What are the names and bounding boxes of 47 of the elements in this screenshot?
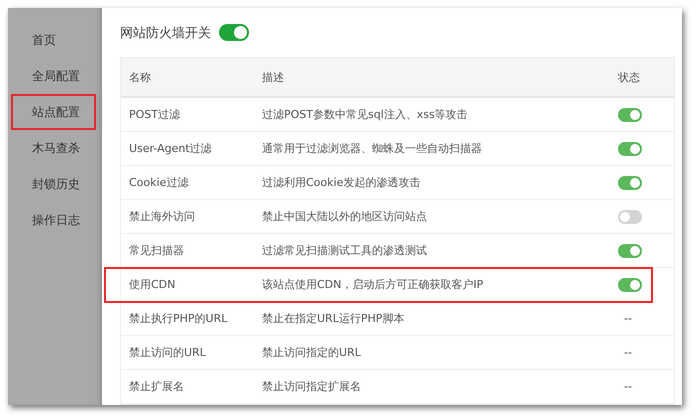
column-header: 名称 xyxy=(128,70,152,84)
table-cell-text: 过滤常见扫描测试工具的渗透测试 xyxy=(262,243,428,258)
table-cell-text: 该站点使用CDN，启动后方可正确获取客户IP xyxy=(262,277,484,292)
table-cell-text: 禁止访问的URL xyxy=(128,345,207,360)
status-toggle[interactable] xyxy=(618,108,642,122)
column-header: 状态 xyxy=(618,70,641,84)
table-cell-text: 过滤POST参数中常见sql注入、xss等攻击 xyxy=(262,107,469,122)
table-row[interactable]: 禁止海外访问 禁止中国大陆以外的地区访问站点 xyxy=(121,200,674,234)
table-cell-text: Cookie过滤 xyxy=(128,175,190,190)
table-cell-text: 通常用于过滤浏览器、蜘蛛及一些自动扫描器 xyxy=(262,141,483,156)
table-row[interactable]: 使用CDN 该站点使用CDN，启动后方可正确获取客户IP xyxy=(105,268,652,302)
status-toggle[interactable] xyxy=(618,210,642,224)
table-row[interactable]: 禁止执行PHP的URL 禁止在指定URL运行PHP脚本 -- xyxy=(121,302,674,336)
table-row[interactable]: Cookie过滤 过滤利用Cookie发起的渗透攻击 xyxy=(121,166,674,200)
table-cell-text: 禁止执行PHP的URL xyxy=(128,311,228,326)
sidebar-item[interactable]: 封锁历史 xyxy=(8,166,102,202)
status-toggle[interactable] xyxy=(618,278,642,292)
table-cell-text: POST过滤 xyxy=(128,107,181,122)
sidebar-item[interactable]: 首页 xyxy=(8,22,102,58)
column-header: 描述 xyxy=(262,70,285,84)
status-toggle[interactable] xyxy=(618,142,642,156)
sidebar-item[interactable]: 站点配置 xyxy=(11,94,96,130)
status-toggle[interactable] xyxy=(618,244,642,258)
table-cell: -- xyxy=(624,312,632,325)
table-cell-text: 禁止扩展名 xyxy=(128,379,185,394)
table-cell-text: 过滤利用Cookie发起的渗透攻击 xyxy=(262,175,422,190)
sidebar-item[interactable]: 木马查杀 xyxy=(8,130,102,166)
table-row[interactable]: 常见扫描器 过滤常见扫描测试工具的渗透测试 xyxy=(121,234,674,268)
firewall-label: 网站防火墙开关 xyxy=(120,24,211,42)
table-cell: -- xyxy=(624,380,632,393)
table-cell-text: 禁止访问指定扩展名 xyxy=(262,379,362,394)
table-row[interactable]: 禁止扩展名 禁止访问指定扩展名 -- xyxy=(121,370,674,404)
firewall-toggle[interactable] xyxy=(219,24,249,41)
sidebar-item[interactable]: 操作日志 xyxy=(8,202,102,238)
table-cell-text: 禁止海外访问 xyxy=(128,209,196,224)
sidebar-item[interactable]: 全局配置 xyxy=(8,58,102,94)
table-cell-text: 禁止访问指定的URL xyxy=(262,345,362,360)
table-row[interactable]: 禁止访问的URL 禁止访问指定的URL -- xyxy=(121,336,674,370)
table-cell-text: 禁止在指定URL运行PHP脚本 xyxy=(262,311,406,326)
table-cell-text: User-Agent过滤 xyxy=(128,141,213,156)
status-toggle[interactable] xyxy=(618,176,642,190)
table-row[interactable]: User-Agent过滤 通常用于过滤浏览器、蜘蛛及一些自动扫描器 xyxy=(121,132,674,166)
table-cell-text: 使用CDN xyxy=(128,277,176,292)
table-cell-text: 禁止中国大陆以外的地区访问站点 xyxy=(262,209,428,224)
table-cell: -- xyxy=(624,346,632,359)
table-cell-text: 常见扫描器 xyxy=(128,243,185,258)
table-row[interactable]: POST过滤 过滤POST参数中常见sql注入、xss等攻击 xyxy=(121,98,674,132)
